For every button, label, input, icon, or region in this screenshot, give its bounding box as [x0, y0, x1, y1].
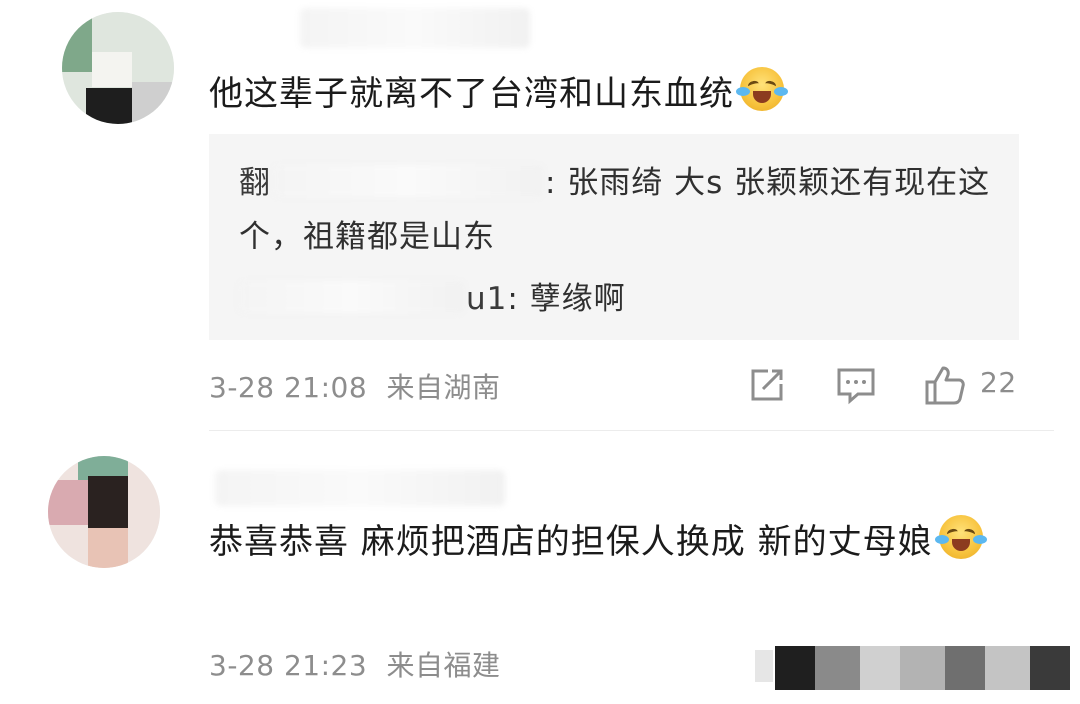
- reply-item: 翻: 张雨绮 大s 张颖颖还有现在这个，祖籍都是山东: [239, 165, 991, 255]
- like-count: 22: [980, 366, 1017, 399]
- username-blurred[interactable]: [300, 8, 530, 48]
- share-icon[interactable]: [748, 366, 786, 404]
- comment-text: 他这辈子就离不了台湾和山东血统: [209, 66, 1049, 122]
- reply-username[interactable]: u1: [466, 281, 507, 317]
- divider: [209, 430, 1054, 431]
- location: 来自福建: [386, 649, 501, 682]
- comment-text: 恭喜恭喜 麻烦把酒店的担保人换成 新的丈母娘: [209, 514, 1019, 570]
- reply-preview-box[interactable]: 翻: 张雨绮 大s 张颖颖还有现在这个，祖籍都是山东 u1: 孽缘啊: [209, 134, 1019, 340]
- laugh-cry-emoji-icon: [736, 67, 788, 111]
- laugh-cry-emoji-icon: [934, 515, 987, 559]
- comment-body: 他这辈子就离不了台湾和山东血统: [209, 74, 734, 114]
- thumbs-up-icon[interactable]: [924, 364, 966, 406]
- timestamp: 3-28 21:08: [209, 371, 368, 404]
- username-blurred[interactable]: [215, 470, 505, 506]
- reply-item: u1: 孽缘啊: [239, 272, 999, 326]
- censored-mosaic: [755, 642, 1075, 690]
- avatar[interactable]: [62, 12, 174, 124]
- timestamp: 3-28 21:23: [209, 649, 368, 682]
- comment-body: 恭喜恭喜 麻烦把酒店的担保人换成 新的丈母娘: [209, 522, 933, 562]
- comment-meta: 3-28 21:08 来自湖南: [209, 366, 501, 406]
- avatar[interactable]: [48, 456, 160, 568]
- location: 来自湖南: [386, 371, 501, 404]
- comment-meta: 3-28 21:23 来自福建: [209, 644, 501, 684]
- reply-text: 孽缘啊: [518, 281, 626, 317]
- reply-username[interactable]: 翻: [239, 165, 271, 201]
- comment-icon[interactable]: [836, 366, 876, 406]
